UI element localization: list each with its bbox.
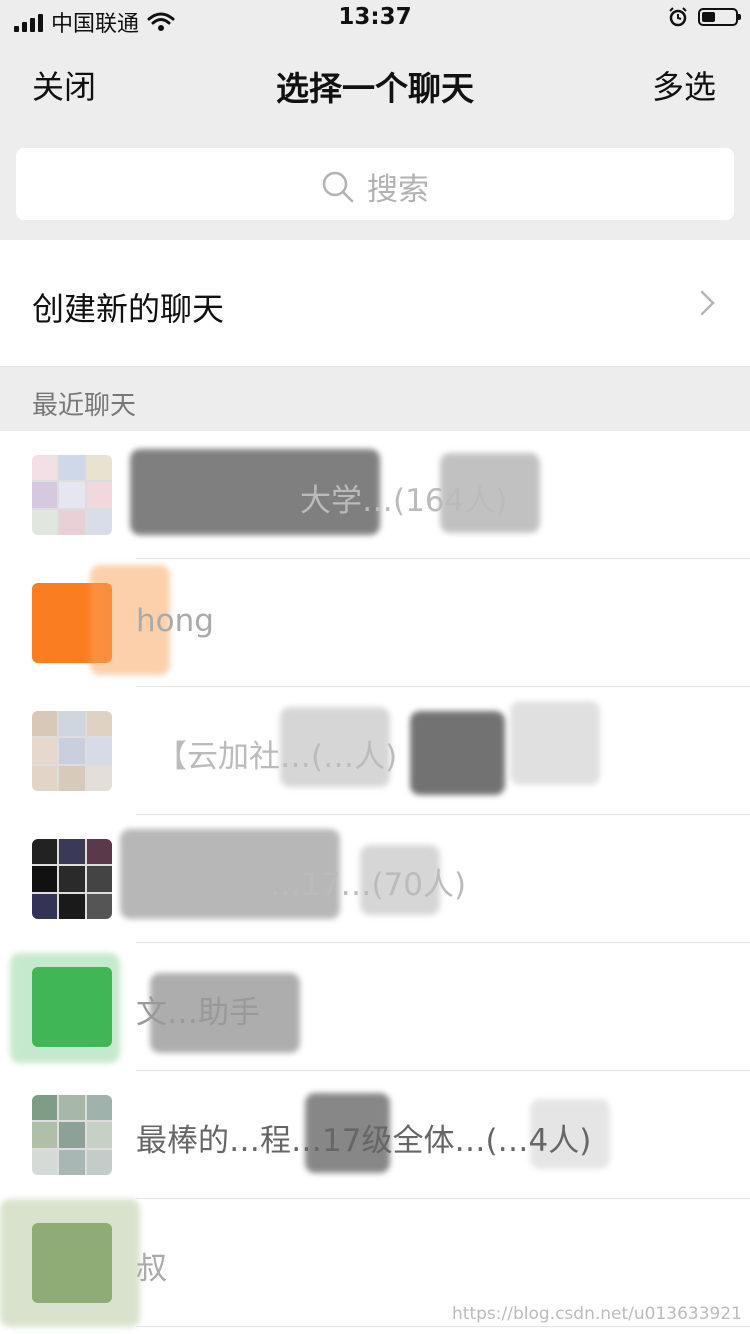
chat-list: 大学…(164人) hong 【云加社…(…人) …17…(70人) 文…助手 (0, 431, 750, 1327)
chat-row[interactable]: 大学…(164人) (0, 431, 750, 559)
recent-chats-label: 最近聊天 (32, 391, 137, 421)
chat-name: 最棒的…程…17级全体…(…4人) (136, 1123, 592, 1159)
recent-chats-header: 最近聊天 (0, 367, 750, 431)
create-new-chat-row[interactable]: 创建新的聊天 (0, 240, 750, 367)
avatar (32, 1095, 112, 1175)
battery-icon (698, 8, 741, 26)
search-placeholder: 搜索 (367, 172, 429, 208)
avatar (32, 839, 112, 919)
search-icon (322, 171, 354, 202)
status-time: 13:37 (338, 4, 412, 30)
chat-name: 大学…(164人) (300, 483, 508, 519)
search-inner: 搜索 (16, 164, 734, 209)
redaction-scribble (510, 701, 600, 785)
status-right (668, 7, 741, 27)
chat-name: 文…助手 (136, 995, 260, 1031)
multi-select-button[interactable]: 多选 (652, 62, 716, 108)
nav-bar: 关闭 选择一个聊天 多选 (0, 40, 750, 130)
chat-name: …17…(70人) (270, 867, 467, 903)
search-bar[interactable]: 搜索 (16, 148, 734, 220)
create-new-chat-label: 创建新的聊天 (32, 290, 225, 328)
redaction-scribble (10, 953, 120, 1063)
chat-name: 叔 (136, 1251, 167, 1287)
alarm-icon (669, 7, 687, 27)
redaction-scribble (0, 1199, 140, 1327)
chevron-right-icon (700, 290, 715, 316)
chat-row[interactable]: …17…(70人) (0, 815, 750, 943)
avatar (32, 711, 112, 791)
chat-row[interactable]: 最棒的…程…17级全体…(…4人) (0, 1071, 750, 1199)
top-area: 中国联通 13:37 关闭 选择一个聊天 多选 搜索 (0, 0, 750, 240)
watermark: https://blog.csdn.net/u013633921 (452, 1304, 742, 1324)
battery-fill (702, 12, 715, 22)
status-bar: 中国联通 13:37 (0, 0, 750, 40)
chat-name: 【云加社…(…人) (156, 739, 398, 775)
chat-row[interactable]: 文…助手 (0, 943, 750, 1071)
redaction-scribble (410, 711, 505, 795)
avatar (32, 455, 112, 535)
page-title: 选择一个聊天 (276, 69, 474, 108)
chat-row[interactable]: hong (0, 559, 750, 687)
chat-name: hong (136, 603, 214, 639)
chat-row[interactable]: 【云加社…(…人) (0, 687, 750, 815)
